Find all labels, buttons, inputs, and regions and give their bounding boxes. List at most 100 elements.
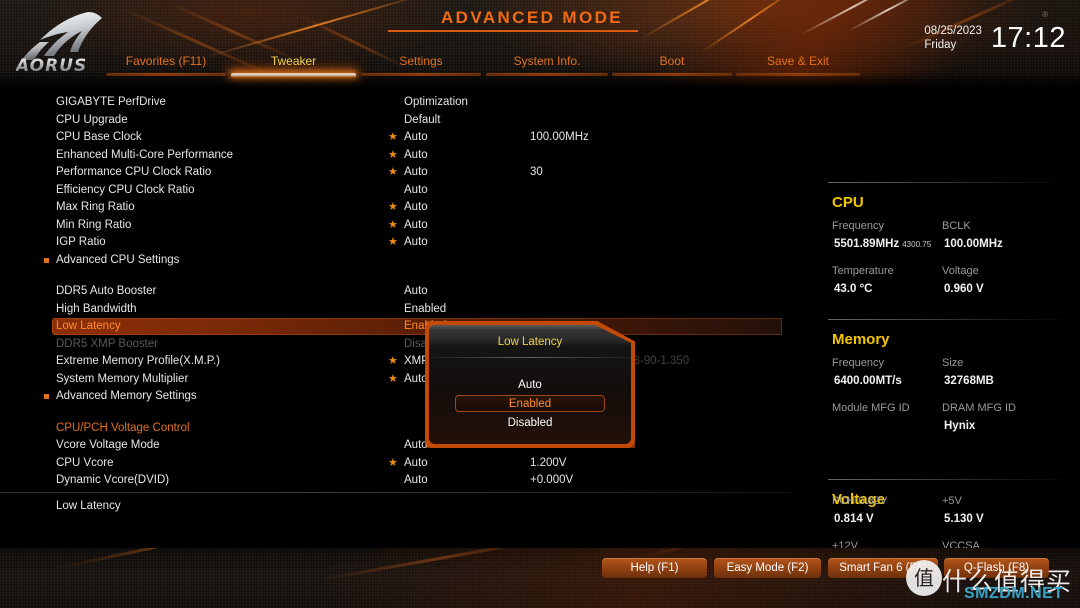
row-label: CPU Base Clock <box>56 131 142 143</box>
dialog-option-enabled[interactable]: Enabled <box>455 395 605 412</box>
sidebar-field-value: 100.00MHz <box>944 238 1003 250</box>
settings-row[interactable]: CPU Upgrade Default <box>0 112 800 130</box>
sidebar-divider <box>828 182 1072 183</box>
row-value[interactable]: Auto <box>404 437 428 455</box>
settings-list: GIGABYTE PerfDrive Optimization CPU Upgrad… <box>0 88 800 492</box>
settings-row[interactable]: Vcore Voltage Mode Auto <box>0 437 800 455</box>
settings-row[interactable]: Min Ring Ratio ★ Auto <box>0 217 800 235</box>
row-value[interactable]: Auto <box>404 455 428 473</box>
row-value[interactable]: Auto <box>404 472 428 490</box>
tab-label: Boot <box>659 54 685 68</box>
favorite-star-icon[interactable]: ★ <box>388 149 398 160</box>
sidebar-value-subscript: 4300.75 <box>902 240 932 249</box>
header-fade <box>0 72 1080 88</box>
row-value[interactable]: Auto <box>404 164 428 182</box>
row-label: Extreme Memory Profile(X.M.P.) <box>56 355 221 367</box>
row-value[interactable]: Default <box>404 112 440 130</box>
settings-row[interactable]: High Bandwidth Enabled <box>0 301 800 319</box>
row-value[interactable]: Optimization <box>404 94 468 112</box>
submenu-bullet-icon <box>44 257 49 263</box>
favorite-star-icon[interactable]: ★ <box>388 373 398 384</box>
settings-row[interactable]: Efficiency CPU Clock Ratio Auto <box>0 182 800 200</box>
aorus-logo: AORUS <box>10 6 120 78</box>
dialog-option-disabled[interactable]: Disabled <box>455 415 605 432</box>
row-label: CPU/PCH Voltage Control <box>56 421 190 434</box>
sidebar-value-text: 32768MB <box>944 375 994 387</box>
favorite-star-icon[interactable]: ★ <box>388 457 398 468</box>
sidebar-field-value: 6400.00MT/s <box>834 375 902 387</box>
row-value[interactable]: Auto <box>404 199 428 217</box>
sidebar-value-text: 5.130 V <box>944 513 984 525</box>
settings-row[interactable]: CPU Base Clock ★ Auto 100.00MHz <box>0 129 800 147</box>
settings-row[interactable]: CPU/PCH Voltage Control <box>0 420 800 438</box>
decorative-streak <box>800 0 907 36</box>
sidebar-field-label: Frequency <box>832 357 884 369</box>
row-label: Max Ring Ratio <box>56 201 135 213</box>
decorative-streak <box>206 0 428 58</box>
settings-row[interactable]: Dynamic Vcore(DVID) Auto +0.000V <box>0 472 800 490</box>
row-value[interactable]: Auto <box>404 147 428 165</box>
row-label: System Memory Multiplier <box>56 372 189 385</box>
row-value[interactable]: Enabled <box>404 301 446 319</box>
favorite-star-icon[interactable]: ★ <box>388 167 398 178</box>
sidebar-field-value: 32768MB <box>944 375 994 387</box>
favorite-star-icon[interactable]: ★ <box>388 202 398 213</box>
favorite-star-icon[interactable]: ★ <box>388 237 398 248</box>
row-value[interactable]: Auto <box>404 371 428 389</box>
row-label: Vcore Voltage Mode <box>56 439 160 451</box>
sidebar-divider <box>828 319 1072 320</box>
favorite-star-icon[interactable]: ★ <box>388 356 398 367</box>
settings-row[interactable]: GIGABYTE PerfDrive Optimization <box>0 94 800 112</box>
row-label: Min Ring Ratio <box>56 218 132 231</box>
sidebar-field-label: Voltage <box>942 265 979 277</box>
clock-day: Friday <box>924 39 957 51</box>
row-value[interactable]: Auto <box>404 129 428 147</box>
watermark-badge: 值 <box>906 560 942 596</box>
settings-row[interactable]: System Memory Multiplier★Auto6400 <box>0 371 800 389</box>
row-value[interactable]: Auto <box>404 217 428 235</box>
settings-row[interactable]: Max Ring Ratio ★ Auto <box>0 199 800 217</box>
low-latency-dialog[interactable]: Low Latency Auto Enabled Disabled <box>425 321 635 448</box>
row-label: GIGABYTE PerfDrive <box>56 96 166 108</box>
settings-row[interactable]: DDR5 Auto Booster Auto <box>0 283 800 301</box>
sidebar-value-text: 0.960 V <box>944 283 984 295</box>
favorite-star-icon[interactable]: ★ <box>388 219 398 230</box>
submenu-bullet-icon <box>44 394 49 399</box>
row-label: CPU Upgrade <box>56 113 128 126</box>
sidebar-field-label: Frequency <box>832 220 884 232</box>
settings-row[interactable]: Low LatencyEnabled <box>0 318 800 336</box>
sidebar-field-label: Module MFG ID <box>832 402 910 414</box>
favorite-star-icon[interactable]: ★ <box>388 132 398 143</box>
decorative-streak <box>640 0 771 40</box>
help-button[interactable]: Help (F1) <box>602 558 707 578</box>
dialog-title: Low Latency <box>497 336 563 348</box>
advanced-mode-title: ADVANCED MODE <box>440 8 623 27</box>
row-value-secondary: 1.200V <box>530 456 567 469</box>
settings-row[interactable]: Advanced Memory Settings <box>0 388 800 406</box>
easy-mode-button[interactable]: Easy Mode (F2) <box>714 558 821 578</box>
settings-row[interactable]: Extreme Memory Profile(X.M.P.)★XMP 1DDR5… <box>0 353 800 371</box>
title-rule-left <box>388 30 638 32</box>
sidebar-field-label: BCLK <box>942 220 971 232</box>
row-label: Enhanced Multi-Core Performance <box>56 148 234 161</box>
row-value[interactable]: Auto <box>404 234 428 252</box>
settings-row[interactable]: CPU Vcore ★ Auto 1.200V <box>0 455 800 473</box>
settings-row[interactable]: DDR5 XMP BoosterDisabled <box>0 336 800 354</box>
row-value[interactable]: Auto <box>404 182 428 200</box>
settings-row[interactable]: Enhanced Multi-Core Performance ★ Auto <box>0 147 800 165</box>
decorative-streak <box>60 548 257 569</box>
sidebar-field-value: 5.130 V <box>944 513 984 525</box>
sidebar-value-text: 100.00MHz <box>944 238 1003 250</box>
row-value-secondary: +0.000V <box>530 474 574 486</box>
decorative-streak <box>700 0 801 54</box>
settings-row[interactable]: Performance CPU Clock Ratio ★ Auto 30 <box>0 164 800 182</box>
list-separator <box>0 492 790 493</box>
row-value[interactable]: Auto <box>404 283 428 301</box>
dialog-option-auto[interactable]: Auto <box>455 377 605 394</box>
settings-row[interactable]: IGP Ratio ★ Auto <box>0 234 800 252</box>
row-label: CPU Vcore <box>56 456 114 469</box>
row-label: Low Latency <box>56 320 121 332</box>
row-label: DDR5 Auto Booster <box>56 285 157 297</box>
settings-row[interactable]: Advanced CPU Settings <box>0 252 800 270</box>
sidebar-field-label: DRAM MFG ID <box>942 402 1016 414</box>
